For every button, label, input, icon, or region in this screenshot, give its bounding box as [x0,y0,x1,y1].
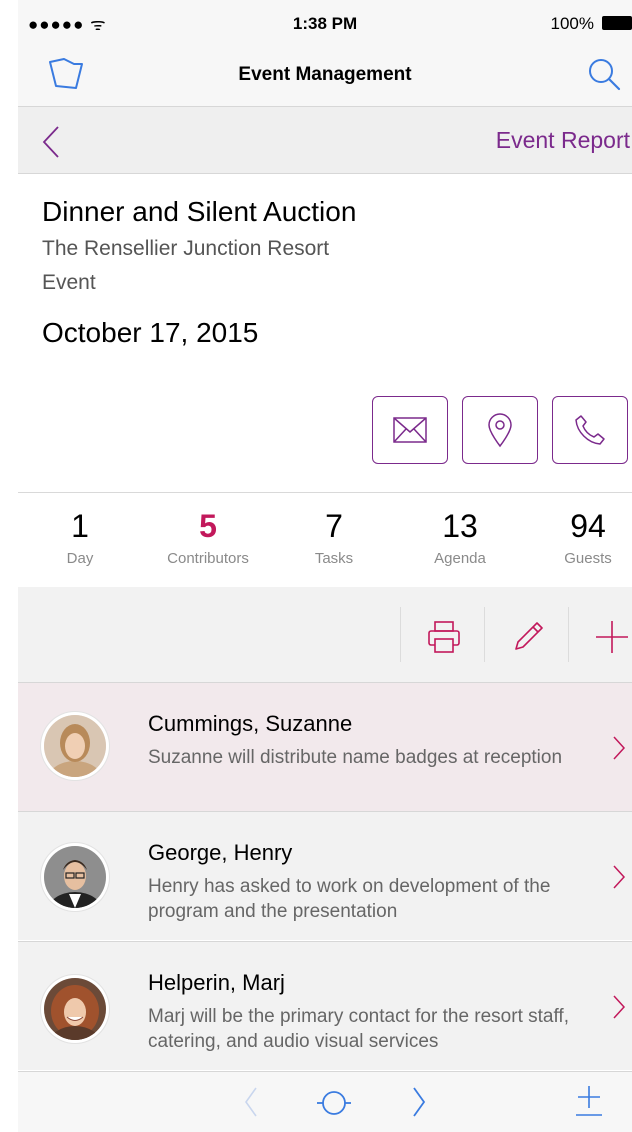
event-venue: The Rensellier Junction Resort [42,237,330,260]
stat-guests[interactable]: 94 Guests [528,508,632,567]
email-button[interactable] [372,396,448,464]
list-toolbar [18,587,632,682]
avatar [44,978,106,1040]
edit-pencil-icon[interactable] [508,617,548,657]
contributor-name: Helperin, Marj [148,970,285,995]
battery-percent: 100% [550,14,594,33]
next-icon[interactable] [410,1086,428,1123]
contributor-description: Suzanne will distribute name badges at r… [148,747,563,768]
toolbar-separator [400,607,401,662]
search-icon[interactable] [586,56,622,97]
page-title: Event Management [238,64,412,85]
list-item[interactable]: Cummings, Suzanne Suzanne will distribut… [18,682,632,811]
event-date: October 17, 2015 [42,317,259,348]
stat-contributors[interactable]: 5 Contributors [148,508,268,567]
event-title: Dinner and Silent Auction [42,196,357,227]
mail-icon [393,417,427,443]
status-bar: ●●●●● ᯤ 1:38 PM 100% [18,0,632,44]
contributor-name: George, Henry [148,840,293,865]
sub-nav-bar: Event Report [18,107,632,174]
list-item[interactable]: Helperin, Marj Marj will be the primary … [18,941,632,1070]
event-type: Event [42,271,96,294]
toolbar-separator [484,607,485,662]
phone-icon [575,415,605,445]
list-item[interactable]: George, Henry Henry has asked to work on… [18,811,632,940]
stat-agenda[interactable]: 13 Agenda [400,508,520,567]
row-chevron-icon [612,864,626,895]
stat-tasks[interactable]: 7 Tasks [274,508,394,567]
print-icon[interactable] [424,617,464,657]
prev-icon[interactable] [242,1086,260,1123]
divider [18,492,632,493]
event-report-link[interactable]: Event Report [496,127,630,154]
phone-button[interactable] [552,396,628,464]
avatar [44,846,106,908]
row-chevron-icon [612,735,626,766]
avatar [44,715,106,777]
location-button[interactable] [462,396,538,464]
add-icon[interactable] [592,617,632,657]
home-circle-icon[interactable] [316,1088,352,1123]
contributor-description: Henry has asked to work on development o… [148,876,551,922]
status-time: 1:38 PM [292,14,358,33]
contributor-name: Cummings, Suzanne [148,711,353,736]
toolbar-separator [568,607,569,662]
battery-icon [602,16,632,30]
nav-bar: Event Management [18,44,632,107]
plus-minus-icon[interactable] [574,1084,604,1123]
contributor-description: Marj will be the primary contact for the… [148,1006,569,1052]
stat-days[interactable]: 1 Day [20,508,140,567]
row-chevron-icon [612,994,626,1025]
back-chevron-icon[interactable] [40,125,62,164]
location-pin-icon [488,413,512,448]
bottom-toolbar [18,1071,632,1132]
